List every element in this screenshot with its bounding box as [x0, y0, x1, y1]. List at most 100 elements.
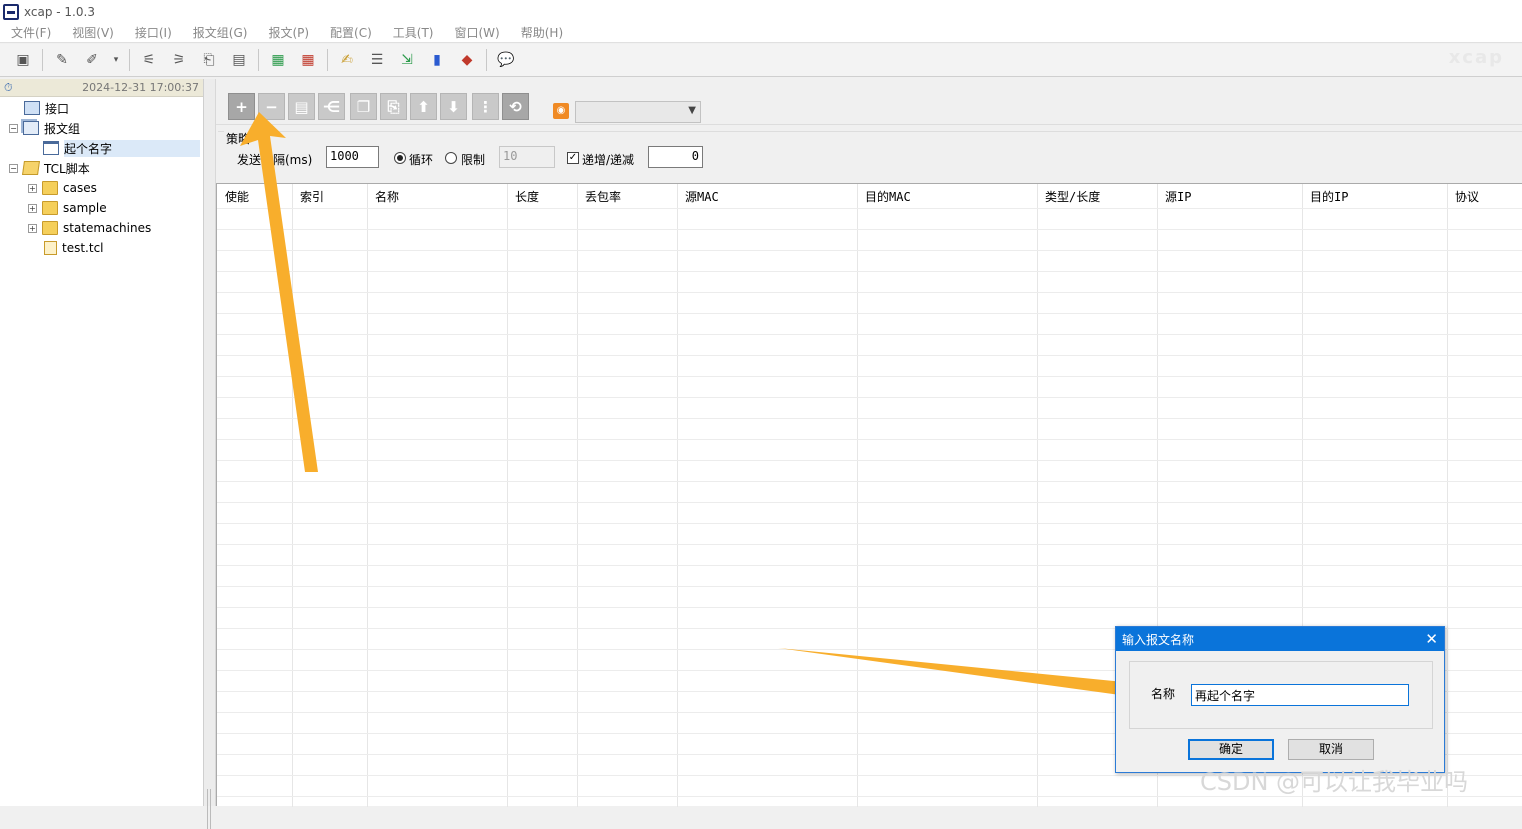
dropdown-arrow-icon[interactable]: ▾	[111, 49, 121, 71]
tree-item-interface[interactable]: 接口	[0, 98, 203, 118]
dialog-title: 输入报文名称	[1122, 632, 1195, 647]
close-icon[interactable]: ✕	[1425, 630, 1438, 648]
col-header-enable[interactable]: 使能	[217, 184, 257, 208]
chat-icon[interactable]: 💬	[495, 49, 517, 71]
menu-packet-group[interactable]: 报文组(G)	[193, 24, 248, 41]
app-icon	[3, 3, 19, 20]
table-row-divider	[217, 355, 1522, 356]
table-column-divider	[367, 184, 368, 807]
export-icon[interactable]: ⎗	[198, 49, 220, 71]
limit-radio[interactable]	[445, 152, 457, 164]
tree-item-packet-group-entry[interactable]: 起个名字	[0, 138, 203, 158]
table-header: 使能 索引 名称 长度 丢包率 源MAC 目的MAC 类型/长度 源IP 目的I…	[217, 184, 1522, 208]
expand-toggle[interactable]: +	[28, 203, 37, 213]
tree-item-statemachines[interactable]: + statemachines	[0, 218, 203, 238]
loop-radio[interactable]	[394, 152, 406, 164]
toolbar-separator	[129, 49, 130, 71]
connect-icon[interactable]: ✎	[51, 49, 73, 71]
menu-bar: 文件(F) 视图(V) 接口(I) 报文组(G) 报文(P) 配置(C) 工具(…	[0, 23, 1522, 43]
package-icon[interactable]: ◆	[456, 49, 478, 71]
add-table-icon[interactable]: ▦	[267, 49, 289, 71]
dialog-titlebar: 输入报文名称 ✕	[1116, 627, 1444, 651]
tree-item-packet-group[interactable]: − 报文组	[0, 118, 203, 138]
collapse-toggle[interactable]: −	[9, 163, 18, 173]
col-header-type-length[interactable]: 类型/长度	[1037, 184, 1108, 208]
expand-toggle[interactable]: +	[28, 183, 37, 193]
move-down-button[interactable]: ⬇	[440, 93, 467, 120]
table-row-divider	[217, 208, 1522, 209]
bar-chart-icon[interactable]: ▮	[426, 49, 448, 71]
clock-icon: ⏱	[4, 80, 13, 94]
tree-item-label: 起个名字	[64, 139, 201, 157]
list-icon[interactable]: ☰	[366, 49, 388, 71]
loop-button[interactable]: ⟲	[502, 93, 529, 120]
interval-input[interactable]: 1000	[326, 146, 379, 168]
col-header-src-ip[interactable]: 源IP	[1157, 184, 1199, 208]
table-row-divider	[217, 481, 1522, 482]
tree-item-test-tcl[interactable]: test.tcl	[0, 238, 203, 258]
table-row-divider	[217, 565, 1522, 566]
table-column-divider	[857, 184, 858, 807]
branch-packet-button[interactable]: ⋲	[318, 93, 345, 120]
tree-item-sample[interactable]: + sample	[0, 198, 203, 218]
col-header-name[interactable]: 名称	[367, 184, 407, 208]
move-up-button[interactable]: ⬆	[410, 93, 437, 120]
timestamp: 2024-12-31 17:00:37	[82, 81, 199, 94]
menu-tools[interactable]: 工具(T)	[393, 24, 434, 41]
edit-icon[interactable]: ✍	[336, 49, 358, 71]
col-header-index[interactable]: 索引	[292, 184, 332, 208]
col-header-dst-mac[interactable]: 目的MAC	[857, 184, 919, 208]
limit-input[interactable]: 10	[499, 146, 555, 168]
collapse-toggle[interactable]: −	[9, 123, 18, 133]
book-icon[interactable]: ▤	[228, 49, 250, 71]
capture-stop-icon[interactable]: ⚞	[168, 49, 190, 71]
cancel-button[interactable]: 取消	[1288, 739, 1374, 760]
step-checkbox[interactable]: ✓	[567, 152, 579, 164]
file-icon	[44, 241, 57, 255]
chevron-down-icon: ▼	[688, 105, 696, 116]
edit-packet-button[interactable]: ▤	[288, 93, 315, 120]
splitter-grip[interactable]	[207, 789, 211, 829]
packet-name-input[interactable]: 再起个名字	[1191, 684, 1409, 706]
step-input[interactable]: 0	[648, 146, 703, 168]
copy-packet-button[interactable]: ❐	[350, 93, 377, 120]
menu-packet[interactable]: 报文(P)	[268, 24, 309, 41]
add-packet-button[interactable]: +	[228, 93, 255, 120]
table-column-divider	[1447, 184, 1448, 807]
remove-packet-button[interactable]: −	[258, 93, 285, 120]
menu-view[interactable]: 视图(V)	[72, 24, 114, 41]
paste-packet-button[interactable]: ⎘	[380, 93, 407, 120]
tree-item-cases[interactable]: + cases	[0, 178, 203, 198]
ok-button[interactable]: 确定	[1188, 739, 1274, 760]
table-row-divider	[217, 523, 1522, 524]
table-row-divider	[217, 439, 1522, 440]
interfaces-icon[interactable]: ▣	[12, 49, 34, 71]
table-row-divider	[217, 292, 1522, 293]
split-button[interactable]: ⋮	[472, 93, 499, 120]
col-header-dst-ip[interactable]: 目的IP	[1302, 184, 1356, 208]
col-header-src-mac[interactable]: 源MAC	[677, 184, 727, 208]
col-header-protocol[interactable]: 协议	[1447, 184, 1487, 208]
report-icon[interactable]: ⇲	[396, 49, 418, 71]
col-header-length[interactable]: 长度	[507, 184, 547, 208]
dialog-name-label: 名称	[1151, 687, 1176, 701]
folder-icon	[42, 221, 58, 235]
menu-config[interactable]: 配置(C)	[330, 24, 372, 41]
menu-file[interactable]: 文件(F)	[11, 24, 51, 41]
group-select[interactable]: ▼	[575, 101, 701, 123]
table-column-divider	[507, 184, 508, 807]
tree-item-tcl-scripts[interactable]: − TCL脚本	[0, 158, 203, 178]
col-header-loss-rate[interactable]: 丢包率	[577, 184, 629, 208]
panel-splitter[interactable]	[204, 79, 216, 829]
rss-icon[interactable]: ◉	[553, 103, 569, 119]
remove-table-icon[interactable]: ▦	[297, 49, 319, 71]
capture-start-icon[interactable]: ⚟	[138, 49, 160, 71]
tree-item-label: TCL脚本	[44, 161, 90, 176]
menu-interface[interactable]: 接口(I)	[135, 24, 172, 41]
menu-window[interactable]: 窗口(W)	[455, 24, 500, 41]
expand-toggle[interactable]: +	[28, 223, 37, 233]
title-bar: xcap - 1.0.3	[0, 0, 1522, 23]
disconnect-icon[interactable]: ✐	[81, 49, 103, 71]
menu-help[interactable]: 帮助(H)	[521, 24, 563, 41]
folder-icon	[42, 181, 58, 195]
